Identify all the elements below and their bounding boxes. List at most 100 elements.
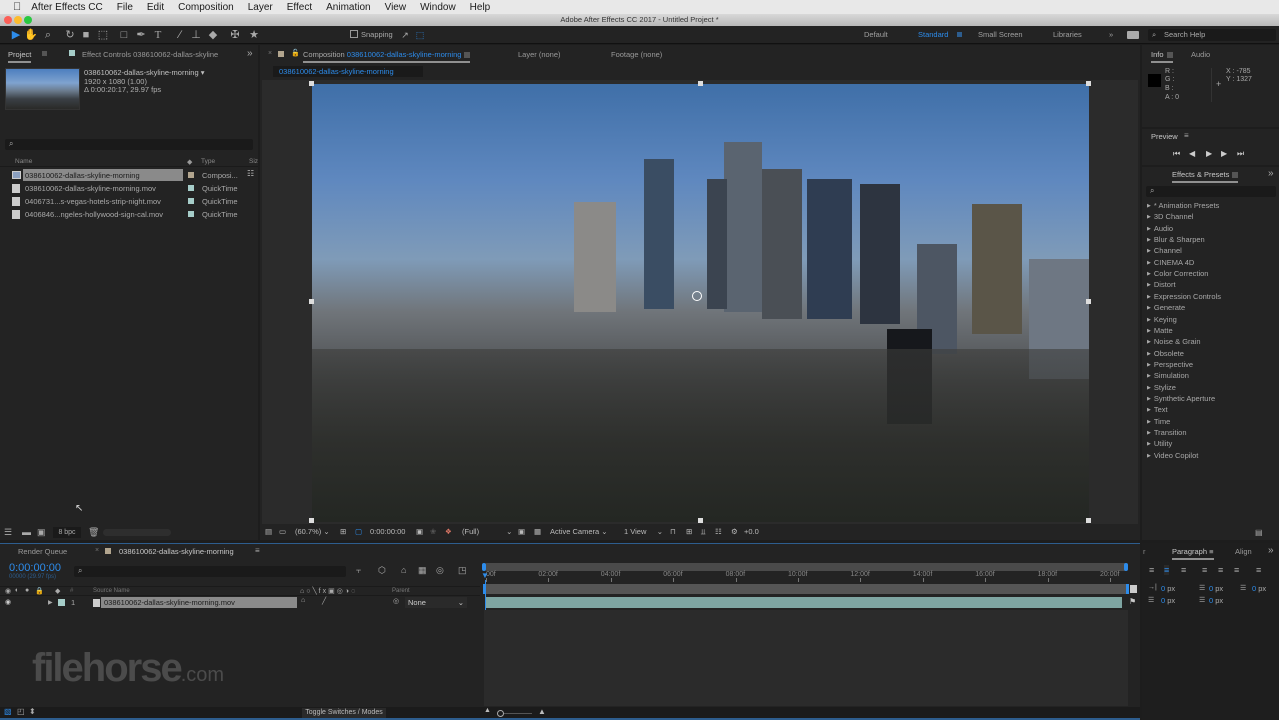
fast-previews-icon[interactable]: ⊞ [686,525,692,539]
close-comp-tab-icon[interactable]: × [268,50,272,57]
menu-layer[interactable]: Layer [241,2,280,13]
workspace-default[interactable]: Default [864,30,888,39]
column-size[interactable]: Siz [249,158,258,165]
effects-category[interactable]: Obsolete [1147,349,1184,358]
previous-frame-button[interactable]: ◀ [1189,149,1195,158]
label-color-swatch[interactable] [188,211,194,217]
effects-category[interactable]: Channel [1147,246,1182,255]
timeline-search-input[interactable]: ⌕ [74,566,346,577]
label-color-swatch[interactable] [188,185,194,191]
magnification-dropdown[interactable]: (60.7%) ⌄ [295,525,330,539]
column-name[interactable]: Name [15,158,32,165]
work-area-bar[interactable] [484,563,1128,571]
effects-category[interactable]: Generate [1147,303,1185,312]
flowchart-icon[interactable]: ☷ [247,169,254,178]
parent-dropdown[interactable]: None ⌄ [405,597,467,608]
first-frame-button[interactable]: ⏮ [1173,149,1180,159]
zoom-window-button[interactable] [24,16,32,24]
layer-row[interactable]: ◉ ▶ 1 038610062-dallas-skyline-morning.m… [0,597,480,609]
expand-layer-icon[interactable]: ▶ [48,599,53,606]
selection-tool-icon[interactable]: ▶ [9,28,23,42]
reset-exposure-icon[interactable]: ⚙ [731,525,738,539]
snap-edges-icon[interactable]: ⬚ [413,28,427,42]
solo-header-icon[interactable]: ● [25,587,29,594]
hand-tool-icon[interactable]: ✋ [24,28,38,42]
transform-handle[interactable] [698,81,703,86]
exposure-value[interactable]: +0.0 [744,525,759,539]
indent-right-value[interactable]: 0 px [1209,584,1223,593]
effects-category[interactable]: Blur & Sharpen [1147,235,1205,244]
pick-whip-icon[interactable]: ◎ [393,597,399,605]
project-item[interactable]: 0406731...s-vegas-hotels-strip-night.mov… [0,195,258,207]
sync-settings-icon[interactable] [1127,31,1139,39]
workspace-small-screen[interactable]: Small Screen [978,30,1023,39]
effects-category[interactable]: Transition [1147,428,1187,437]
effects-category[interactable]: Distort [1147,280,1176,289]
rectangle-tool-icon[interactable]: □ [117,28,131,42]
transform-handle[interactable] [309,81,314,86]
align-right-icon[interactable]: ≡ [1181,565,1186,575]
effects-category[interactable]: Stylize [1147,383,1176,392]
panel-overflow-icon[interactable]: » [1268,545,1274,556]
layer-name[interactable]: 038610062-dallas-skyline-morning.mov [104,598,235,607]
zoom-tool-icon[interactable]: ⌕ [41,28,55,42]
effects-category[interactable]: 3D Channel [1147,212,1194,221]
project-search-input[interactable]: ⌕ [5,139,253,150]
graph-editor-icon[interactable]: ◳ [458,565,467,576]
workspace-standard[interactable]: Standard [918,30,948,39]
timeline-layer-lock-icon[interactable]: ⚑ [1129,597,1136,606]
video-switch-header-icon[interactable]: ◉ [5,587,11,595]
workspace-menu-icon[interactable] [957,32,962,37]
quality-switch-icon[interactable]: ╱ [322,597,326,605]
resolution-dropdown[interactable]: (Full) ⌄ [462,525,512,539]
comp-breadcrumb[interactable]: 038610062-dallas-skyline-morning [273,66,423,77]
space-before-value[interactable]: 0 px [1161,596,1175,605]
column-source-name[interactable]: Source Name [93,588,130,594]
panel-overflow-icon[interactable]: » [1268,168,1274,179]
justify-last-left-icon[interactable]: ≡ [1202,565,1207,575]
color-channels-icon[interactable]: ❖ [445,525,452,539]
playhead-icon[interactable]: ▼ [481,571,489,580]
tab-align[interactable]: Align [1235,547,1252,556]
lock-icon[interactable]: 🔓 [291,49,300,57]
current-time-indicator[interactable]: 0:00:00:00 [9,562,61,574]
layer-duration-bar[interactable] [485,597,1122,608]
indent-first-line-value[interactable]: 0 px [1252,584,1266,593]
label-header-icon[interactable]: ◆ [55,587,60,595]
play-button[interactable]: ▶ [1206,149,1212,158]
flowchart-icon[interactable]: ☷ [715,525,722,539]
menu-composition[interactable]: Composition [171,2,241,13]
tab-effect-controls[interactable]: Effect Controls 038610062-dallas-skyline [82,50,218,59]
menu-file[interactable]: File [110,2,140,13]
next-frame-button[interactable]: ▶ [1221,149,1227,158]
search-help-input[interactable]: ⌕ Search Help [1148,29,1276,41]
timeline-menu-icon[interactable]: ≡ [255,546,260,555]
camera-tool-icon[interactable]: ■ [79,28,93,42]
snapping-checkbox[interactable] [350,30,358,38]
menu-view[interactable]: View [378,2,414,13]
align-center-icon[interactable]: ≡ [1164,565,1170,575]
frame-blending-icon[interactable]: ▦ [418,565,427,576]
video-visibility-toggle[interactable]: ◉ [5,598,11,606]
close-timeline-tab-icon[interactable]: × [95,547,99,554]
align-left-icon[interactable]: ≡ [1149,565,1154,575]
work-area-end-handle[interactable] [1124,563,1128,571]
effects-panel-footer-icon[interactable]: ▤ [1255,528,1263,537]
timeline-zoom-slider-handle[interactable] [497,710,504,717]
transform-handle[interactable] [1086,81,1091,86]
anchor-point-icon[interactable] [692,291,702,301]
tab-composition[interactable]: Composition 038610062-dallas-skyline-mor… [303,50,471,63]
switches-header-icons[interactable]: ⌂○╲fx▣◎◑◌ [300,587,357,595]
project-selected-name[interactable]: 038610062-dallas-skyline-morning ▾ [84,68,205,77]
project-scrollbar[interactable] [103,529,171,536]
snap-feature-icon[interactable]: ↗ [398,28,412,42]
last-frame-button[interactable]: ⏭ [1237,149,1244,159]
draft-3d-icon[interactable]: ⬡ [378,565,386,576]
workspace-libraries[interactable]: Libraries [1053,30,1082,39]
close-window-button[interactable] [4,16,12,24]
transform-handle[interactable] [309,518,314,523]
timeline-zoom-slider[interactable] [504,713,532,714]
grid-guides-icon[interactable]: ⊞ [340,525,346,539]
transparency-grid-icon[interactable]: ▦ [534,525,541,539]
effects-category[interactable]: * Animation Presets [1147,201,1219,210]
